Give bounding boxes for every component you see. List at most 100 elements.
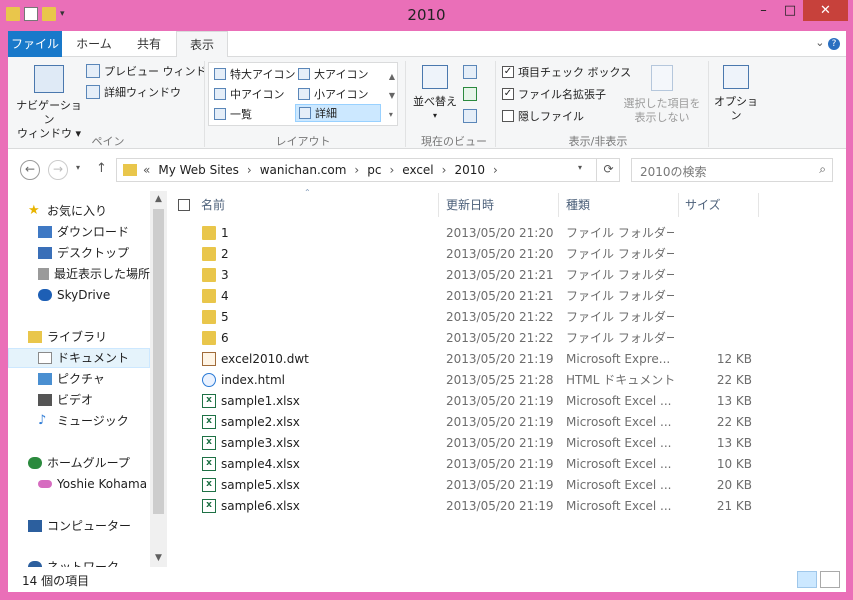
column-header-date[interactable]: 更新日時 bbox=[446, 193, 494, 217]
scroll-thumb[interactable] bbox=[153, 209, 164, 514]
nav-item-computer[interactable]: コンピューター bbox=[8, 516, 150, 536]
column-header-size[interactable]: サイズ bbox=[685, 193, 721, 217]
table-row[interactable]: 4 2013/05/20 21:21 ファイル フォルダー bbox=[168, 286, 768, 307]
navigation-pane-button[interactable]: ナビゲーション ウィンドウ ▾ bbox=[14, 65, 84, 141]
tab-file[interactable]: ファイル bbox=[8, 31, 62, 57]
column-divider[interactable] bbox=[758, 193, 759, 217]
breadcrumb-pc[interactable]: pc bbox=[367, 163, 381, 177]
size-columns-icon[interactable] bbox=[463, 109, 477, 123]
file-date: 2013/05/25 21:28 bbox=[446, 373, 554, 387]
refresh-button[interactable]: ⟳ bbox=[596, 158, 620, 182]
tab-share[interactable]: 共有 bbox=[126, 31, 172, 57]
table-row[interactable]: 1 2013/05/20 21:20 ファイル フォルダー bbox=[168, 223, 768, 244]
table-row[interactable]: 5 2013/05/20 21:22 ファイル フォルダー bbox=[168, 307, 768, 328]
scroll-down-icon[interactable]: ▼ bbox=[150, 553, 167, 563]
nav-item-libraries[interactable]: ライブラリ bbox=[8, 327, 150, 347]
table-row[interactable]: 3 2013/05/20 21:21 ファイル フォルダー bbox=[168, 265, 768, 286]
nav-item-pictures[interactable]: ピクチャ bbox=[8, 369, 150, 389]
column-divider[interactable] bbox=[558, 193, 559, 217]
table-row[interactable]: sample6.xlsx 2013/05/20 21:19 Microsoft Ex… bbox=[168, 496, 768, 517]
breadcrumb-separator[interactable]: › bbox=[354, 163, 359, 177]
table-row[interactable]: sample1.xlsx 2013/05/20 21:19 Microsoft Ex… bbox=[168, 391, 768, 412]
layout-medium-icons[interactable]: 中アイコン bbox=[211, 85, 297, 103]
address-dropdown-icon[interactable]: ▾ bbox=[578, 163, 582, 172]
options-button[interactable]: オプション bbox=[711, 65, 761, 123]
details-view-button[interactable] bbox=[797, 571, 817, 588]
folder-icon bbox=[202, 310, 216, 324]
column-divider[interactable] bbox=[678, 193, 679, 217]
layout-extra-large-icons[interactable]: 特大アイコン bbox=[211, 65, 297, 83]
column-header-name[interactable]: 名前 bbox=[201, 193, 225, 217]
maximize-button[interactable]: □ bbox=[777, 0, 803, 21]
details-pane-button[interactable]: 詳細ウィンドウ bbox=[86, 84, 181, 100]
close-button[interactable]: ✕ bbox=[803, 0, 848, 21]
up-button[interactable]: ↑ bbox=[96, 161, 107, 176]
details-pane-icon bbox=[86, 85, 100, 99]
breadcrumb-separator[interactable]: › bbox=[247, 163, 252, 177]
layout-small-icons[interactable]: 小アイコン bbox=[295, 85, 381, 103]
breadcrumb-wanichan[interactable]: wanichan.com bbox=[260, 163, 347, 177]
preview-pane-button[interactable]: プレビュー ウィンドウ bbox=[86, 63, 218, 79]
table-row[interactable]: index.html 2013/05/25 21:28 HTML ドキュメント 22 … bbox=[168, 370, 768, 391]
large-icons-view-button[interactable] bbox=[820, 571, 840, 588]
breadcrumb-overflow[interactable]: « bbox=[143, 163, 150, 177]
tab-home[interactable]: ホーム bbox=[66, 31, 122, 57]
table-row[interactable]: sample4.xlsx 2013/05/20 21:19 Microsoft Ex… bbox=[168, 454, 768, 475]
file-name: 3 bbox=[221, 268, 229, 282]
breadcrumb-separator[interactable]: › bbox=[442, 163, 447, 177]
add-columns-icon[interactable] bbox=[463, 87, 477, 101]
minimize-button[interactable]: – bbox=[750, 0, 777, 21]
file-extensions-toggle[interactable]: ✓ ファイル名拡張子 bbox=[502, 86, 606, 102]
column-divider[interactable] bbox=[438, 193, 439, 217]
table-row[interactable]: sample2.xlsx 2013/05/20 21:19 Microsoft Ex… bbox=[168, 412, 768, 433]
breadcrumb-separator[interactable]: › bbox=[389, 163, 394, 177]
nav-item-downloads[interactable]: ダウンロード bbox=[8, 222, 150, 242]
address-bar[interactable]: « My Web Sites › wanichan.com › pc › exc… bbox=[116, 158, 620, 182]
document-icon bbox=[38, 352, 52, 364]
column-header-type[interactable]: 種類 bbox=[566, 193, 590, 217]
sort-by-button[interactable]: 並べ替え ▾ bbox=[410, 65, 460, 123]
table-row[interactable]: 6 2013/05/20 21:22 ファイル フォルダー bbox=[168, 328, 768, 349]
layout-details[interactable]: 詳細 bbox=[295, 104, 381, 122]
nav-item-skydrive[interactable]: SkyDrive bbox=[8, 285, 150, 305]
layout-scroll-icon[interactable]: ▲ ▼ ▾ bbox=[389, 67, 395, 124]
excel-file-icon bbox=[202, 457, 216, 471]
breadcrumb-separator[interactable]: › bbox=[493, 163, 498, 177]
item-checkboxes-toggle[interactable]: ✓ 項目チェック ボックス bbox=[502, 64, 631, 80]
file-date: 2013/05/20 21:19 bbox=[446, 499, 554, 513]
help-icon[interactable]: ? bbox=[828, 38, 840, 50]
nav-item-music[interactable]: ♪ ミュージック bbox=[8, 411, 150, 431]
table-row[interactable]: 2 2013/05/20 21:20 ファイル フォルダー bbox=[168, 244, 768, 265]
search-input[interactable]: 2010の検索 ⌕ bbox=[631, 158, 833, 182]
recent-locations-icon[interactable]: ▾ bbox=[76, 163, 80, 172]
back-button[interactable]: ← bbox=[20, 160, 40, 180]
table-row[interactable]: sample5.xlsx 2013/05/20 21:19 Microsoft Ex… bbox=[168, 475, 768, 496]
nav-item-user[interactable]: Yoshie Kohama bbox=[8, 474, 150, 494]
nav-item-documents[interactable]: ドキュメント bbox=[8, 348, 150, 368]
nav-item-recent-places[interactable]: 最近表示した場所 bbox=[8, 264, 150, 284]
group-by-icon[interactable] bbox=[463, 65, 477, 79]
nav-item-desktop[interactable]: デスクトップ bbox=[8, 243, 150, 263]
search-icon[interactable]: ⌕ bbox=[819, 162, 826, 177]
breadcrumb-my-web-sites[interactable]: My Web Sites bbox=[158, 163, 239, 177]
tab-view[interactable]: 表示 bbox=[176, 31, 228, 58]
table-row[interactable]: sample3.xlsx 2013/05/20 21:19 Microsoft Ex… bbox=[168, 433, 768, 454]
hidden-items-toggle[interactable]: 隠しファイル bbox=[502, 108, 584, 124]
table-row[interactable]: excel2010.dwt 2013/05/20 21:19 Microsoft E… bbox=[168, 349, 768, 370]
nav-item-homegroup[interactable]: ホームグループ bbox=[8, 453, 150, 473]
nav-item-favorites[interactable]: ★ お気に入り bbox=[8, 201, 150, 221]
nav-scrollbar[interactable]: ▲ ▼ bbox=[150, 191, 167, 567]
nav-item-network[interactable]: ネットワーク bbox=[8, 557, 150, 567]
breadcrumb-2010[interactable]: 2010 bbox=[454, 163, 485, 177]
nav-item-videos[interactable]: ビデオ bbox=[8, 390, 150, 410]
folder-icon bbox=[202, 289, 216, 303]
scroll-up-icon[interactable]: ▲ bbox=[150, 194, 167, 204]
select-all-checkbox[interactable] bbox=[178, 199, 190, 211]
layout-list[interactable]: 一覧 bbox=[211, 105, 297, 123]
forward-button[interactable]: → bbox=[48, 160, 68, 180]
layout-large-icons[interactable]: 大アイコン bbox=[295, 65, 381, 83]
html-file-icon bbox=[202, 373, 216, 387]
ribbon-toggle-icon[interactable]: ⌄ ? bbox=[815, 36, 840, 50]
breadcrumb-excel[interactable]: excel bbox=[402, 163, 433, 177]
hide-selected-button[interactable]: 選択した項目を 表示しない bbox=[620, 65, 704, 125]
